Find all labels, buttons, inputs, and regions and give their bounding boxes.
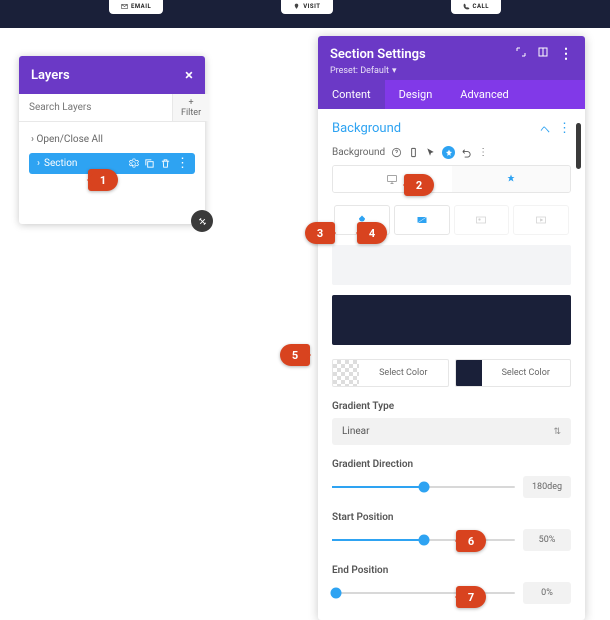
trash-icon[interactable]	[160, 158, 171, 169]
background-heading[interactable]: Background	[332, 121, 401, 136]
gradient-type-select[interactable]: Linear⇅	[332, 418, 571, 445]
direction-value[interactable]: 180deg	[523, 476, 571, 498]
bg-tab-gradient[interactable]	[394, 205, 450, 235]
gradient-type-label: Gradient Type	[332, 401, 571, 412]
gradient-preview-bottom	[332, 295, 571, 345]
scrollbar[interactable]	[576, 123, 581, 169]
callout-7: 7	[456, 586, 486, 608]
end-position-slider[interactable]	[332, 592, 515, 594]
layers-search-row: + Filter	[19, 94, 205, 122]
gradient-direction-label: Gradient Direction	[332, 459, 571, 470]
preset-label[interactable]: Preset: Default ▾	[330, 66, 573, 76]
settings-title: Section Settings	[330, 47, 426, 62]
background-label: Background	[332, 147, 385, 158]
tab-design[interactable]: Design	[385, 80, 447, 109]
pin-icon	[293, 3, 300, 10]
select-color-end[interactable]: Select Color	[455, 359, 572, 387]
column-icon[interactable]	[537, 46, 549, 62]
label: EMAIL	[131, 3, 151, 10]
label: CALL	[473, 3, 489, 10]
kebab-icon[interactable]: ⋮	[478, 147, 488, 158]
open-close-all[interactable]: › Open/Close All	[29, 130, 195, 153]
kebab-icon[interactable]: ⋮	[559, 46, 573, 62]
gear-icon[interactable]	[128, 158, 139, 169]
topbar-tab-email[interactable]: EMAIL	[109, 0, 163, 14]
tab-pin[interactable]	[452, 166, 571, 192]
settings-tabs: Content Design Advanced	[318, 80, 585, 109]
label: VISIT	[303, 3, 320, 10]
cursor-icon[interactable]	[425, 147, 436, 158]
transparent-swatch	[333, 360, 359, 386]
expand-icon[interactable]	[515, 46, 527, 62]
updown-icon: ⇅	[553, 427, 561, 437]
tab-advanced[interactable]: Advanced	[446, 80, 522, 109]
direction-slider[interactable]	[332, 486, 515, 488]
tab-content[interactable]: Content	[318, 80, 385, 109]
gradient-preview-top	[332, 245, 571, 285]
filter-button[interactable]: + Filter	[172, 94, 209, 121]
undo-icon[interactable]	[461, 147, 472, 158]
help-icon[interactable]	[391, 147, 402, 158]
callout-4: 4	[357, 222, 387, 244]
tab-desktop[interactable]	[333, 166, 452, 192]
layers-panel: Layers × + Filter › Open/Close All › Sect…	[19, 56, 205, 224]
start-position-value[interactable]: 50%	[523, 529, 571, 551]
topbar: EMAIL VISIT CALL	[0, 0, 610, 28]
bg-tab-video[interactable]	[513, 205, 569, 235]
phone-icon	[463, 3, 470, 10]
resize-handle-icon[interactable]	[191, 210, 213, 232]
callout-3: 3	[305, 222, 335, 244]
section-label: Section	[44, 158, 77, 169]
layers-header: Layers ×	[19, 56, 205, 94]
search-input[interactable]	[19, 94, 172, 121]
copy-icon[interactable]	[144, 158, 155, 169]
layers-title: Layers	[31, 68, 70, 83]
callout-6: 6	[456, 530, 486, 552]
mail-icon	[121, 3, 128, 10]
dark-swatch	[456, 360, 482, 386]
responsive-tabs	[332, 165, 571, 193]
collapse-icon[interactable]: ヘ	[540, 121, 550, 136]
end-position-label: End Position	[332, 565, 571, 576]
callout-1: 1	[88, 169, 118, 191]
start-position-label: Start Position	[332, 512, 571, 523]
settings-panel: Section Settings ⋮ Preset: Default ▾ Con…	[318, 36, 585, 620]
chevron-down-icon: ▾	[392, 66, 397, 76]
callout-5: 5	[280, 344, 310, 366]
kebab-icon[interactable]: ⋮	[558, 121, 571, 136]
pin-icon[interactable]	[442, 146, 455, 159]
callout-2: 2	[404, 174, 434, 196]
select-color-start[interactable]: Select Color	[332, 359, 449, 387]
phone-device-icon[interactable]	[408, 147, 419, 158]
start-position-slider[interactable]	[332, 539, 515, 541]
end-position-value[interactable]: 0%	[523, 582, 571, 604]
close-icon[interactable]: ×	[185, 66, 193, 84]
chevron-right-icon: ›	[37, 158, 40, 169]
topbar-tab-call[interactable]: CALL	[451, 0, 501, 14]
topbar-tab-visit[interactable]: VISIT	[281, 0, 332, 14]
kebab-icon[interactable]: ⋮	[176, 158, 189, 169]
bg-tab-image[interactable]	[454, 205, 510, 235]
